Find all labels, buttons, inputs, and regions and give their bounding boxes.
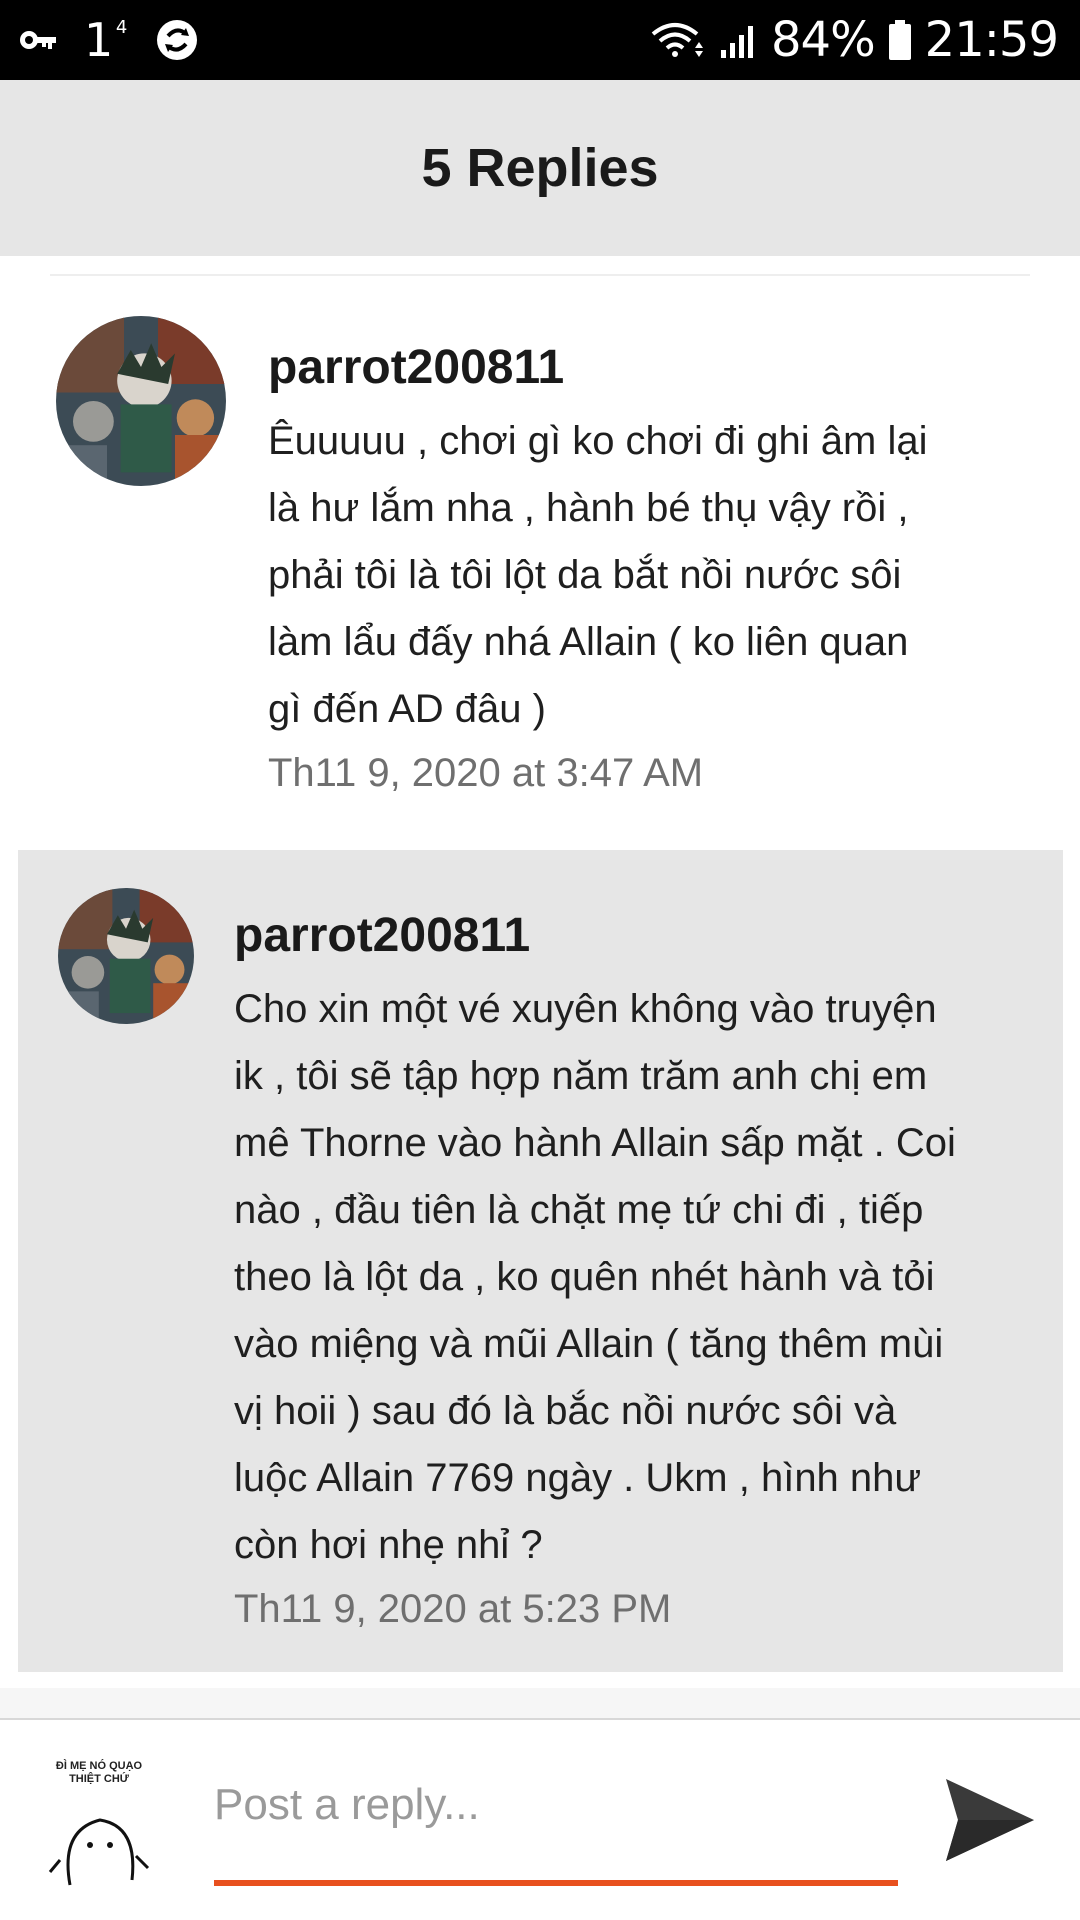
reply-timestamp: Th11 9, 2020 at 5:23 PM — [234, 1587, 672, 1631]
notification-count: 14 — [84, 13, 127, 67]
reply-text: Êuuuuu , chơi gì ko chơi đi ghi âm lại l… — [268, 419, 928, 731]
reply-text: Cho xin một vé xuyên không vào truyện ik… — [234, 987, 956, 1567]
battery-icon — [888, 20, 911, 60]
replies-header: 5 Replies — [0, 80, 1080, 256]
key-icon — [20, 31, 56, 49]
reply-timestamp: Th11 9, 2020 at 3:47 AM — [268, 751, 704, 795]
avatar[interactable] — [56, 316, 226, 486]
signal-icon — [720, 26, 753, 58]
reply-username[interactable]: parrot200811 — [234, 906, 1044, 966]
sync-icon — [157, 20, 198, 60]
page-title: 5 Replies — [421, 138, 659, 198]
battery-percent: 84% — [770, 12, 876, 68]
status-bar: 14 84% 21:59 — [0, 0, 1080, 80]
send-button[interactable] — [940, 1772, 1040, 1868]
reply-input[interactable] — [214, 1762, 894, 1848]
wifi-icon — [651, 23, 703, 57]
divider — [50, 274, 1030, 276]
send-icon — [946, 1779, 1034, 1861]
reply-item: parrot200811 Cho xin một vé xuyên không … — [18, 850, 1063, 1672]
avatar-image — [58, 888, 194, 1024]
reply-username[interactable]: parrot200811 — [268, 338, 1008, 398]
list-end-spacer — [0, 1688, 1080, 1718]
reply-body: parrot200811 Êuuuuu , chơi gì ko chơi đi… — [268, 338, 1008, 799]
notification-count-sup: 4 — [115, 17, 128, 38]
notification-count-value: 1 — [84, 13, 114, 67]
input-underline — [214, 1880, 898, 1886]
reply-body: parrot200811 Cho xin một vé xuyên không … — [234, 906, 1044, 1635]
sticker-image — [48, 1818, 150, 1886]
avatar-image — [56, 316, 226, 486]
clock: 21:59 — [924, 12, 1059, 68]
reply-composer: ĐÌ MẸ NÓ QUẠO THIỆT CHỨ — [0, 1718, 1080, 1920]
avatar[interactable] — [58, 888, 194, 1024]
status-bar-right: 84% 21:59 — [651, 0, 1059, 80]
my-avatar[interactable]: ĐÌ MẸ NÓ QUẠO THIỆT CHỨ — [40, 1760, 158, 1890]
reply-item: parrot200811 Êuuuuu , chơi gì ko chơi đi… — [0, 278, 1080, 838]
sticker-caption: ĐÌ MẸ NÓ QUẠO THIỆT CHỨ — [55, 1760, 143, 1785]
status-bar-left: 14 — [18, 0, 199, 80]
